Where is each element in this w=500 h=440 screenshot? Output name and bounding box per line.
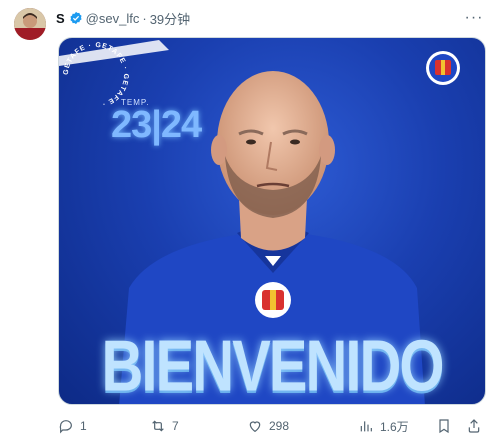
avatar-image bbox=[14, 8, 46, 40]
bookmark-icon bbox=[439, 419, 449, 434]
action-bar: 1 7 298 1.6万 bbox=[0, 416, 500, 436]
more-options-button[interactable]: ··· bbox=[462, 8, 486, 28]
bookmark-button[interactable] bbox=[436, 418, 452, 439]
heart-icon bbox=[249, 421, 261, 433]
left-ear bbox=[211, 135, 227, 165]
separator-dot: · bbox=[142, 10, 147, 26]
user-handle[interactable]: @sev_lfc bbox=[86, 11, 140, 26]
club-ring-text: GETAFE · GETAFE · GETAFE · bbox=[63, 42, 128, 108]
retweet-count: 7 bbox=[172, 419, 179, 433]
like-count: 298 bbox=[269, 419, 290, 433]
view-count: 1.6万 bbox=[380, 419, 409, 434]
avatar[interactable] bbox=[14, 8, 46, 40]
tweet-header: S @sev_lfc · 39分钟 bbox=[56, 9, 190, 27]
retweet-icon bbox=[152, 420, 164, 432]
more-icon: ··· bbox=[464, 9, 484, 26]
views-chart-icon bbox=[360, 421, 372, 432]
club-crest-chest bbox=[255, 282, 291, 318]
like-button[interactable]: 298 bbox=[247, 416, 289, 436]
reply-icon bbox=[59, 420, 72, 434]
club-ring-badge: GETAFE · GETAFE · GETAFE · bbox=[63, 42, 129, 108]
reply-count: 1 bbox=[80, 419, 87, 433]
right-ear bbox=[319, 135, 335, 165]
svg-text:GETAFE · GETAFE · GETAFE ·: GETAFE · GETAFE · GETAFE · bbox=[63, 42, 129, 108]
share-button[interactable] bbox=[466, 418, 482, 439]
retweet-button[interactable]: 7 bbox=[150, 416, 179, 436]
display-name[interactable]: S bbox=[56, 11, 65, 26]
club-crest-logo bbox=[426, 51, 460, 85]
verified-badge-icon bbox=[70, 11, 82, 25]
headline-text: BIENVENIDO bbox=[101, 325, 445, 405]
reply-button[interactable]: 1 bbox=[58, 416, 87, 436]
tweet-media-image[interactable]: TEMP. 23|24 GETAFE · GETAFE · GETAFE · B… bbox=[58, 37, 486, 405]
views-button[interactable]: 1.6万 bbox=[358, 416, 409, 436]
timestamp[interactable]: 39分钟 bbox=[150, 9, 190, 28]
share-icon bbox=[468, 419, 480, 433]
